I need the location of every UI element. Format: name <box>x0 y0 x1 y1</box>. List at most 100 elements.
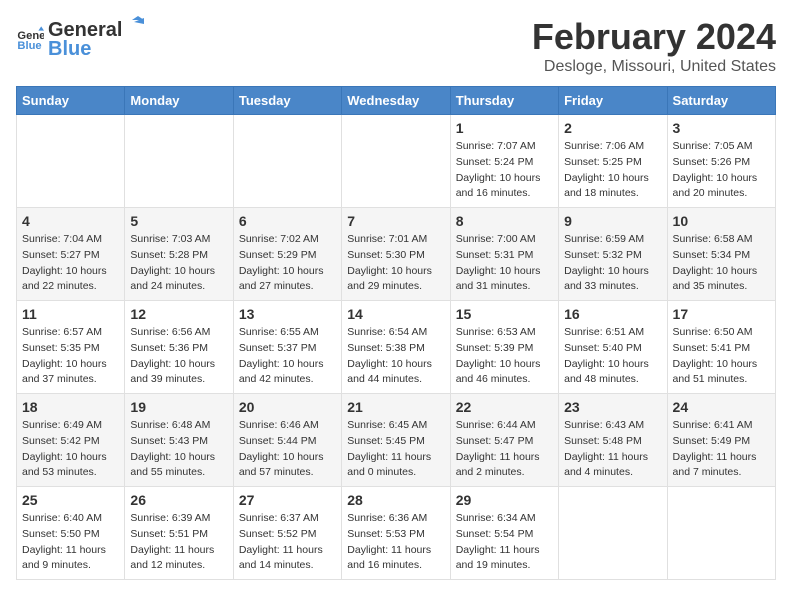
day-info: Sunrise: 6:43 AMSunset: 5:48 PMDaylight:… <box>564 418 661 481</box>
calendar-cell: 10 Sunrise: 6:58 AMSunset: 5:34 PMDayligh… <box>667 208 775 301</box>
day-number: 8 <box>456 213 553 229</box>
calendar-cell: 15 Sunrise: 6:53 AMSunset: 5:39 PMDayligh… <box>450 301 558 394</box>
calendar-cell: 19 Sunrise: 6:48 AMSunset: 5:43 PMDayligh… <box>125 394 233 487</box>
calendar-cell: 4 Sunrise: 7:04 AMSunset: 5:27 PMDaylight… <box>17 208 125 301</box>
weekday-header: Sunday <box>17 87 125 115</box>
calendar-cell: 1 Sunrise: 7:07 AMSunset: 5:24 PMDaylight… <box>450 115 558 208</box>
weekday-header: Tuesday <box>233 87 341 115</box>
calendar-table: SundayMondayTuesdayWednesdayThursdayFrid… <box>16 86 776 580</box>
day-number: 7 <box>347 213 444 229</box>
day-number: 20 <box>239 399 336 415</box>
day-info: Sunrise: 6:55 AMSunset: 5:37 PMDaylight:… <box>239 325 336 388</box>
day-info: Sunrise: 7:03 AMSunset: 5:28 PMDaylight:… <box>130 232 227 295</box>
calendar-week-row: 25 Sunrise: 6:40 AMSunset: 5:50 PMDayligh… <box>17 487 776 580</box>
day-info: Sunrise: 6:41 AMSunset: 5:49 PMDaylight:… <box>673 418 770 481</box>
calendar-cell: 14 Sunrise: 6:54 AMSunset: 5:38 PMDayligh… <box>342 301 450 394</box>
day-number: 5 <box>130 213 227 229</box>
weekday-header: Thursday <box>450 87 558 115</box>
weekday-header: Friday <box>559 87 667 115</box>
day-info: Sunrise: 6:34 AMSunset: 5:54 PMDaylight:… <box>456 511 553 574</box>
title-section: February 2024 Desloge, Missouri, United … <box>532 16 776 76</box>
day-info: Sunrise: 6:48 AMSunset: 5:43 PMDaylight:… <box>130 418 227 481</box>
day-number: 23 <box>564 399 661 415</box>
calendar-cell: 3 Sunrise: 7:05 AMSunset: 5:26 PMDaylight… <box>667 115 775 208</box>
calendar-cell <box>559 487 667 580</box>
day-number: 28 <box>347 492 444 508</box>
calendar-cell: 8 Sunrise: 7:00 AMSunset: 5:31 PMDaylight… <box>450 208 558 301</box>
day-number: 6 <box>239 213 336 229</box>
calendar-week-row: 11 Sunrise: 6:57 AMSunset: 5:35 PMDayligh… <box>17 301 776 394</box>
day-info: Sunrise: 6:37 AMSunset: 5:52 PMDaylight:… <box>239 511 336 574</box>
calendar-cell: 2Sunrise: 7:06 AMSunset: 5:25 PMDaylight… <box>559 115 667 208</box>
day-number: 15 <box>456 306 553 322</box>
day-info: Sunrise: 7:06 AMSunset: 5:25 PMDaylight:… <box>564 139 661 202</box>
day-number: 10 <box>673 213 770 229</box>
calendar-week-row: 18 Sunrise: 6:49 AMSunset: 5:42 PMDayligh… <box>17 394 776 487</box>
day-info: Sunrise: 6:40 AMSunset: 5:50 PMDaylight:… <box>22 511 119 574</box>
day-number: 19 <box>130 399 227 415</box>
calendar-cell: 21 Sunrise: 6:45 AMSunset: 5:45 PMDayligh… <box>342 394 450 487</box>
calendar-cell: 9 Sunrise: 6:59 AMSunset: 5:32 PMDaylight… <box>559 208 667 301</box>
day-number: 26 <box>130 492 227 508</box>
calendar-cell <box>667 487 775 580</box>
day-number: 27 <box>239 492 336 508</box>
day-info: Sunrise: 7:07 AMSunset: 5:24 PMDaylight:… <box>456 139 553 202</box>
calendar-cell <box>342 115 450 208</box>
page-header: General Blue General Blue February 2024 … <box>16 16 776 76</box>
day-info: Sunrise: 6:58 AMSunset: 5:34 PMDaylight:… <box>673 232 770 295</box>
day-number: 4 <box>22 213 119 229</box>
day-number: 17 <box>673 306 770 322</box>
weekday-header: Monday <box>125 87 233 115</box>
calendar-header-row: SundayMondayTuesdayWednesdayThursdayFrid… <box>17 87 776 115</box>
day-number: 21 <box>347 399 444 415</box>
day-info: Sunrise: 6:59 AMSunset: 5:32 PMDaylight:… <box>564 232 661 295</box>
day-number: 1 <box>456 120 553 136</box>
day-info: Sunrise: 6:57 AMSunset: 5:35 PMDaylight:… <box>22 325 119 388</box>
calendar-cell: 12 Sunrise: 6:56 AMSunset: 5:36 PMDayligh… <box>125 301 233 394</box>
day-number: 11 <box>22 306 119 322</box>
day-info: Sunrise: 6:44 AMSunset: 5:47 PMDaylight:… <box>456 418 553 481</box>
day-info: Sunrise: 7:00 AMSunset: 5:31 PMDaylight:… <box>456 232 553 295</box>
day-number: 14 <box>347 306 444 322</box>
day-info: Sunrise: 7:04 AMSunset: 5:27 PMDaylight:… <box>22 232 119 295</box>
calendar-cell: 23 Sunrise: 6:43 AMSunset: 5:48 PMDayligh… <box>559 394 667 487</box>
day-info: Sunrise: 6:56 AMSunset: 5:36 PMDaylight:… <box>130 325 227 388</box>
day-number: 24 <box>673 399 770 415</box>
calendar-cell <box>125 115 233 208</box>
day-info: Sunrise: 6:36 AMSunset: 5:53 PMDaylight:… <box>347 511 444 574</box>
day-number: 12 <box>130 306 227 322</box>
calendar-cell: 7 Sunrise: 7:01 AMSunset: 5:30 PMDaylight… <box>342 208 450 301</box>
day-number: 25 <box>22 492 119 508</box>
calendar-cell: 17 Sunrise: 6:50 AMSunset: 5:41 PMDayligh… <box>667 301 775 394</box>
weekday-header: Saturday <box>667 87 775 115</box>
day-info: Sunrise: 7:05 AMSunset: 5:26 PMDaylight:… <box>673 139 770 202</box>
calendar-cell: 22Sunrise: 6:44 AMSunset: 5:47 PMDayligh… <box>450 394 558 487</box>
main-title: February 2024 <box>532 16 776 58</box>
calendar-cell <box>17 115 125 208</box>
logo-icon: General Blue <box>16 25 44 53</box>
calendar-cell <box>233 115 341 208</box>
calendar-cell: 13 Sunrise: 6:55 AMSunset: 5:37 PMDayligh… <box>233 301 341 394</box>
calendar-cell: 27 Sunrise: 6:37 AMSunset: 5:52 PMDayligh… <box>233 487 341 580</box>
calendar-cell: 25 Sunrise: 6:40 AMSunset: 5:50 PMDayligh… <box>17 487 125 580</box>
logo: General Blue General Blue <box>16 16 144 61</box>
day-info: Sunrise: 6:54 AMSunset: 5:38 PMDaylight:… <box>347 325 444 388</box>
calendar-week-row: 1 Sunrise: 7:07 AMSunset: 5:24 PMDaylight… <box>17 115 776 208</box>
day-info: Sunrise: 6:53 AMSunset: 5:39 PMDaylight:… <box>456 325 553 388</box>
day-number: 18 <box>22 399 119 415</box>
day-info: Sunrise: 6:49 AMSunset: 5:42 PMDaylight:… <box>22 418 119 481</box>
day-info: Sunrise: 6:50 AMSunset: 5:41 PMDaylight:… <box>673 325 770 388</box>
day-info: Sunrise: 7:02 AMSunset: 5:29 PMDaylight:… <box>239 232 336 295</box>
day-info: Sunrise: 6:39 AMSunset: 5:51 PMDaylight:… <box>130 511 227 574</box>
day-number: 29 <box>456 492 553 508</box>
day-number: 3 <box>673 120 770 136</box>
weekday-header: Wednesday <box>342 87 450 115</box>
day-number: 13 <box>239 306 336 322</box>
calendar-cell: 28 Sunrise: 6:36 AMSunset: 5:53 PMDayligh… <box>342 487 450 580</box>
calendar-cell: 24 Sunrise: 6:41 AMSunset: 5:49 PMDayligh… <box>667 394 775 487</box>
day-info: Sunrise: 6:45 AMSunset: 5:45 PMDaylight:… <box>347 418 444 481</box>
day-info: Sunrise: 7:01 AMSunset: 5:30 PMDaylight:… <box>347 232 444 295</box>
day-number: 9 <box>564 213 661 229</box>
calendar-cell: 29 Sunrise: 6:34 AMSunset: 5:54 PMDayligh… <box>450 487 558 580</box>
calendar-week-row: 4 Sunrise: 7:04 AMSunset: 5:27 PMDaylight… <box>17 208 776 301</box>
